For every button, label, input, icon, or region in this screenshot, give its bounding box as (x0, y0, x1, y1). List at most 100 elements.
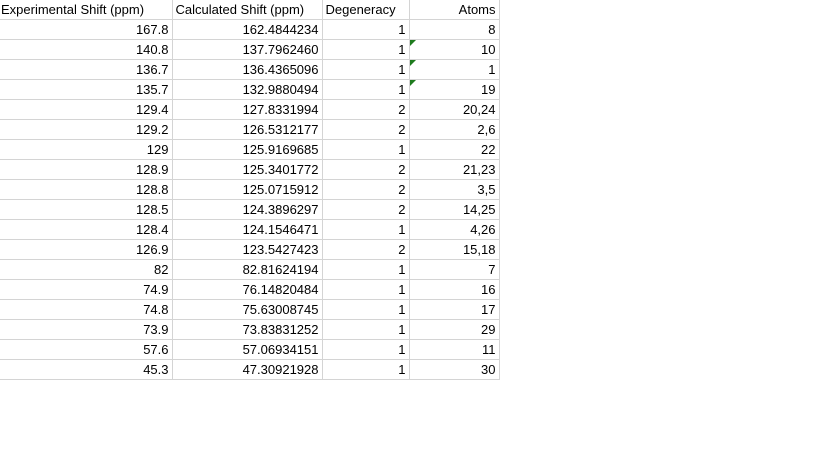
cell-experimental-shift[interactable]: 74.8 (0, 299, 173, 320)
cell-calculated-shift-value: 136.4365096 (242, 62, 319, 77)
cell-degeneracy[interactable]: 1 (322, 139, 410, 160)
cell-atoms[interactable]: 19 (409, 79, 500, 100)
cell-experimental-shift[interactable]: 129.4 (0, 99, 173, 120)
table-row: 135.7 132.9880494 1 19 (0, 79, 500, 100)
cell-degeneracy[interactable]: 1 (322, 19, 410, 40)
cell-atoms[interactable]: 15,18 (409, 239, 500, 260)
cell-calculated-shift[interactable]: 47.30921928 (172, 359, 323, 380)
cell-calculated-shift[interactable]: 136.4365096 (172, 59, 323, 80)
cell-atoms[interactable]: 3,5 (409, 179, 500, 200)
cell-degeneracy-value: 1 (398, 362, 406, 377)
cell-experimental-shift[interactable]: 82 (0, 259, 173, 280)
cell-experimental-shift[interactable]: 167.8 (0, 19, 173, 40)
cell-atoms[interactable]: 4,26 (409, 219, 500, 240)
table-row: 82 82.81624194 1 7 (0, 259, 500, 280)
cell-degeneracy-value: 1 (398, 282, 406, 297)
cell-atoms[interactable]: 21,23 (409, 159, 500, 180)
cell-calculated-shift-value: 124.1546471 (242, 222, 319, 237)
cell-calculated-shift[interactable]: 132.9880494 (172, 79, 323, 100)
cell-experimental-shift[interactable]: 128.9 (0, 159, 173, 180)
cell-experimental-shift-value: 167.8 (135, 22, 169, 37)
cell-degeneracy[interactable]: 1 (322, 319, 410, 340)
cell-degeneracy[interactable]: 1 (322, 259, 410, 280)
header-cell-degeneracy[interactable]: Degeneracy (322, 0, 410, 20)
cell-degeneracy[interactable]: 1 (322, 79, 410, 100)
cell-experimental-shift-value: 74.8 (143, 302, 169, 317)
cell-degeneracy[interactable]: 2 (322, 99, 410, 120)
cell-calculated-shift[interactable]: 76.14820484 (172, 279, 323, 300)
cell-experimental-shift[interactable]: 135.7 (0, 79, 173, 100)
cell-experimental-shift[interactable]: 136.7 (0, 59, 173, 80)
cell-experimental-shift[interactable]: 126.9 (0, 239, 173, 260)
cell-degeneracy-value: 2 (398, 102, 406, 117)
cell-degeneracy[interactable]: 2 (322, 119, 410, 140)
cell-experimental-shift-value: 128.9 (135, 162, 169, 177)
cell-degeneracy[interactable]: 1 (322, 359, 410, 380)
cell-experimental-shift[interactable]: 57.6 (0, 339, 173, 360)
cell-calculated-shift[interactable]: 123.5427423 (172, 239, 323, 260)
cell-calculated-shift[interactable]: 162.4844234 (172, 19, 323, 40)
cell-atoms[interactable]: 11 (409, 339, 500, 360)
cell-atoms-value: 1 (488, 62, 496, 77)
cell-atoms-value: 17 (481, 302, 496, 317)
cell-atoms[interactable]: 10 (409, 39, 500, 60)
cell-experimental-shift[interactable]: 128.8 (0, 179, 173, 200)
cell-degeneracy[interactable]: 1 (322, 299, 410, 320)
cell-experimental-shift[interactable]: 129.2 (0, 119, 173, 140)
cell-experimental-shift[interactable]: 45.3 (0, 359, 173, 380)
cell-atoms[interactable]: 14,25 (409, 199, 500, 220)
cell-degeneracy[interactable]: 2 (322, 199, 410, 220)
cell-experimental-shift[interactable]: 74.9 (0, 279, 173, 300)
cell-degeneracy-value: 1 (398, 302, 406, 317)
cell-experimental-shift[interactable]: 128.4 (0, 219, 173, 240)
cell-calculated-shift-value: 162.4844234 (242, 22, 319, 37)
cell-atoms[interactable]: 2,6 (409, 119, 500, 140)
cell-atoms[interactable]: 8 (409, 19, 500, 40)
cell-calculated-shift[interactable]: 124.1546471 (172, 219, 323, 240)
cell-calculated-shift[interactable]: 126.5312177 (172, 119, 323, 140)
cell-calculated-shift[interactable]: 124.3896297 (172, 199, 323, 220)
cell-experimental-shift[interactable]: 128.5 (0, 199, 173, 220)
header-cell-calculated-shift[interactable]: Calculated Shift (ppm) (172, 0, 323, 20)
cell-degeneracy-value: 2 (398, 182, 406, 197)
cell-experimental-shift[interactable]: 140.8 (0, 39, 173, 60)
cell-calculated-shift[interactable]: 125.3401772 (172, 159, 323, 180)
cell-degeneracy[interactable]: 1 (322, 279, 410, 300)
cell-calculated-shift[interactable]: 75.63008745 (172, 299, 323, 320)
cell-atoms[interactable]: 29 (409, 319, 500, 340)
cell-degeneracy[interactable]: 1 (322, 39, 410, 60)
cell-degeneracy[interactable]: 2 (322, 179, 410, 200)
cell-experimental-shift-value: 126.9 (135, 242, 169, 257)
cell-calculated-shift[interactable]: 82.81624194 (172, 259, 323, 280)
cell-calculated-shift[interactable]: 57.06934151 (172, 339, 323, 360)
cell-atoms[interactable]: 22 (409, 139, 500, 160)
header-cell-experimental-shift[interactable]: Experimental Shift (ppm) (0, 0, 173, 20)
cell-degeneracy-value: 2 (398, 202, 406, 217)
cell-degeneracy[interactable]: 1 (322, 219, 410, 240)
cell-degeneracy[interactable]: 1 (322, 59, 410, 80)
cell-degeneracy[interactable]: 2 (322, 159, 410, 180)
cell-calculated-shift[interactable]: 127.8331994 (172, 99, 323, 120)
table-row: 57.6 57.06934151 1 11 (0, 339, 500, 360)
cell-calculated-shift-value: 75.63008745 (242, 302, 319, 317)
cell-calculated-shift-value: 126.5312177 (242, 122, 319, 137)
cell-calculated-shift[interactable]: 137.7962460 (172, 39, 323, 60)
cell-experimental-shift[interactable]: 73.9 (0, 319, 173, 340)
header-row: Experimental Shift (ppm) Calculated Shif… (0, 0, 500, 20)
cell-atoms[interactable]: 30 (409, 359, 500, 380)
cell-calculated-shift[interactable]: 125.9169685 (172, 139, 323, 160)
cell-calculated-shift[interactable]: 125.0715912 (172, 179, 323, 200)
header-cell-atoms[interactable]: Atoms (409, 0, 500, 20)
cell-experimental-shift[interactable]: 129 (0, 139, 173, 160)
cell-atoms-value: 29 (481, 322, 496, 337)
cell-atoms[interactable]: 1 (409, 59, 500, 80)
cell-atoms[interactable]: 16 (409, 279, 500, 300)
cell-degeneracy[interactable]: 1 (322, 339, 410, 360)
cell-experimental-shift-value: 45.3 (143, 362, 169, 377)
cell-atoms[interactable]: 7 (409, 259, 500, 280)
cell-atoms[interactable]: 20,24 (409, 99, 500, 120)
cell-degeneracy[interactable]: 2 (322, 239, 410, 260)
cell-experimental-shift-value: 128.4 (135, 222, 169, 237)
cell-atoms[interactable]: 17 (409, 299, 500, 320)
cell-calculated-shift[interactable]: 73.83831252 (172, 319, 323, 340)
